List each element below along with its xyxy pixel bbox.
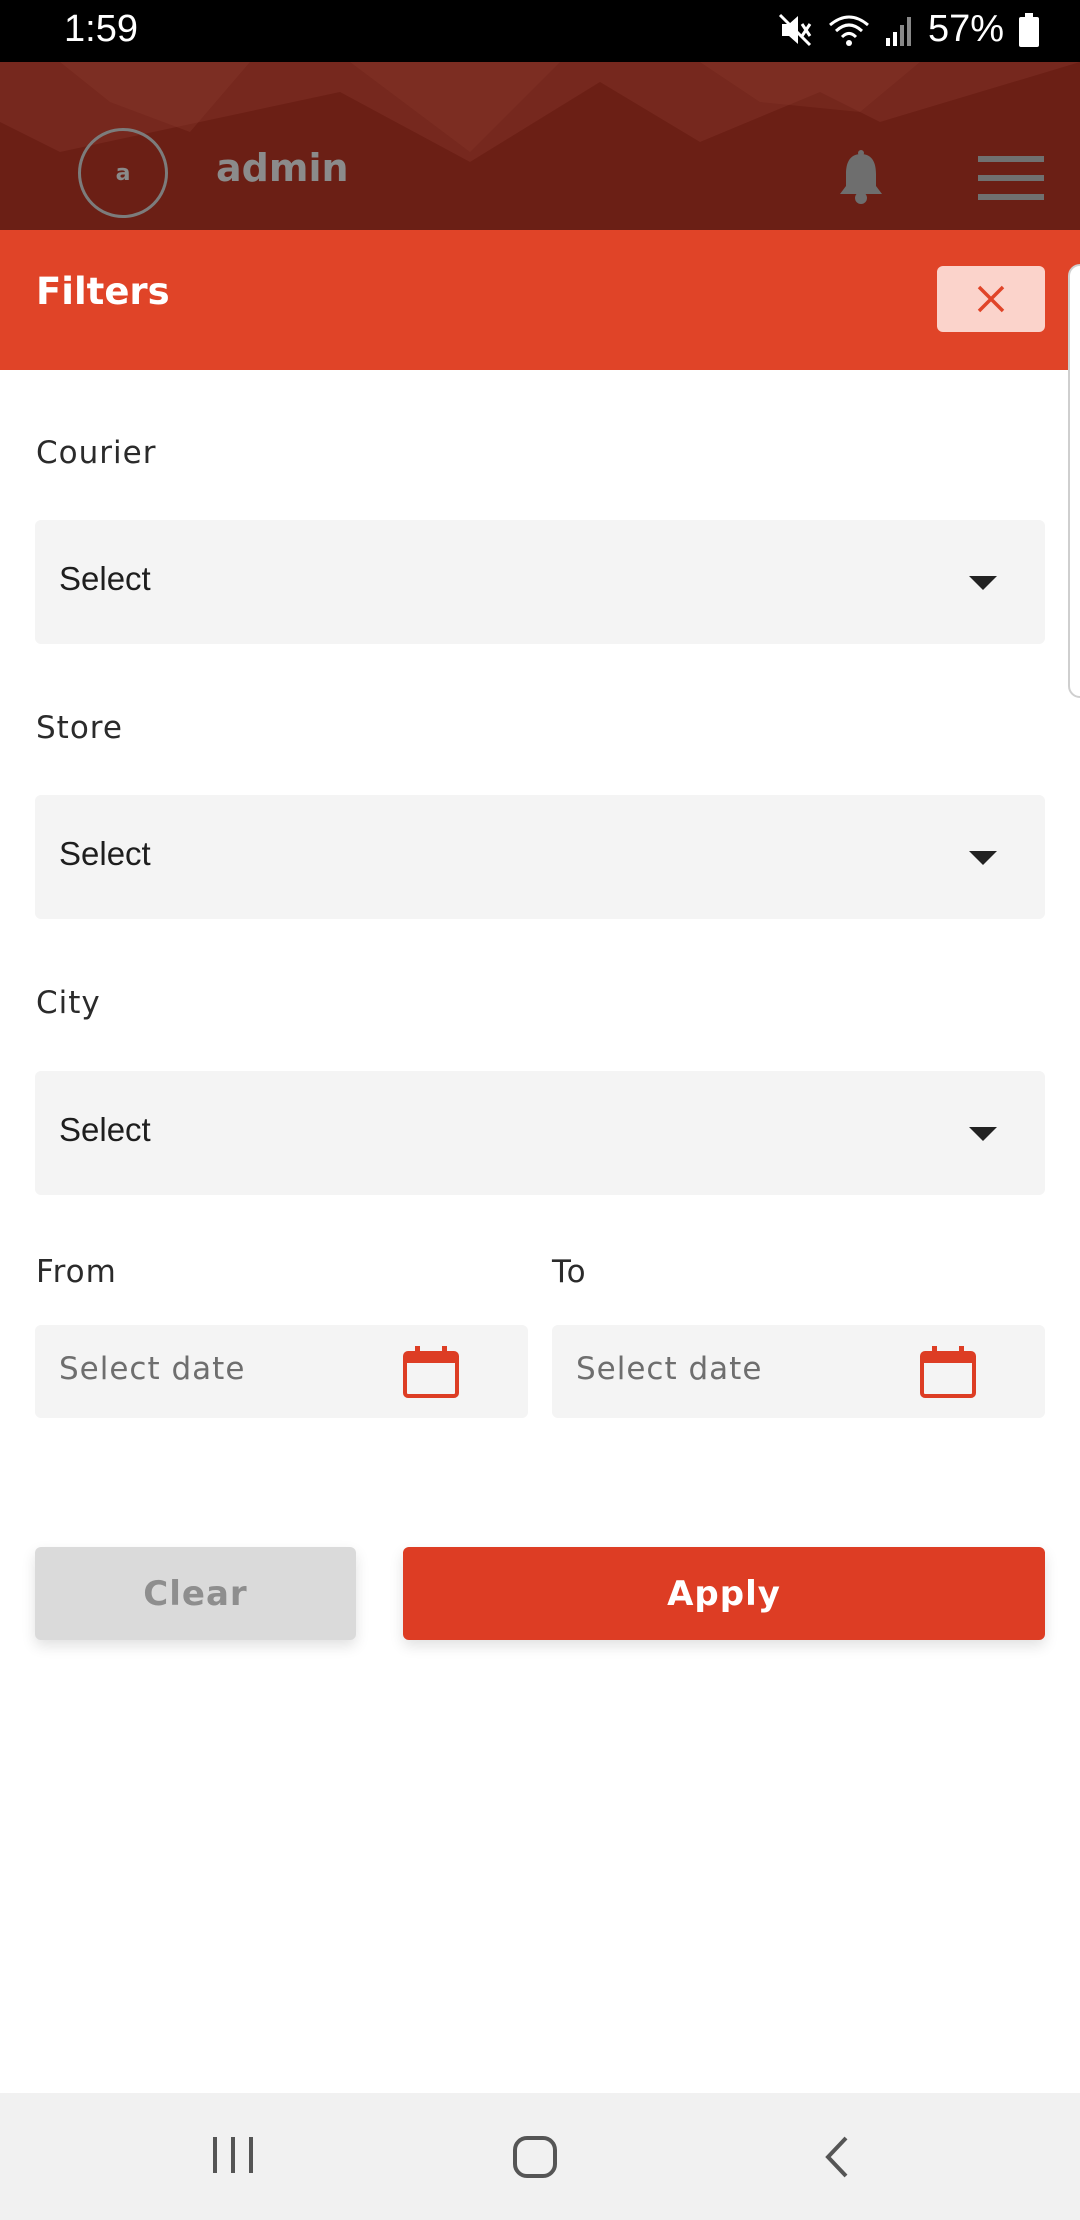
signal-icon [884, 14, 914, 46]
clear-button[interactable]: Clear [35, 1547, 356, 1640]
bell-icon[interactable] [836, 150, 886, 208]
chevron-down-icon [969, 576, 997, 590]
home-icon[interactable] [512, 2135, 558, 2183]
battery-percent: 57% [927, 8, 1004, 50]
status-icons: 57% [778, 8, 1040, 51]
navigation-bar [0, 2093, 1080, 2220]
city-select[interactable]: Select [35, 1071, 1045, 1195]
apply-button[interactable]: Apply [403, 1547, 1045, 1640]
side-panel-edge [1068, 264, 1080, 698]
close-icon [977, 285, 1005, 313]
from-date-placeholder: Select date [59, 1351, 246, 1387]
chevron-down-icon [969, 1127, 997, 1141]
hamburger-menu-icon[interactable] [978, 154, 1044, 206]
calendar-icon[interactable] [919, 1345, 977, 1403]
courier-select[interactable]: Select [35, 520, 1045, 644]
header-decoration [0, 62, 1080, 162]
username: admin [216, 146, 349, 190]
calendar-icon[interactable] [402, 1345, 460, 1403]
wifi-icon [828, 13, 870, 47]
avatar[interactable]: a [78, 128, 168, 218]
status-time: 1:59 [64, 8, 138, 50]
to-label: To [552, 1254, 587, 1290]
from-label: From [36, 1254, 117, 1290]
recent-apps-icon[interactable] [211, 2135, 255, 2179]
filters-header: Filters [0, 230, 1080, 370]
to-date-field[interactable]: Select date [552, 1325, 1045, 1418]
chevron-down-icon [969, 851, 997, 865]
from-date-field[interactable]: Select date [35, 1325, 528, 1418]
mute-icon [778, 13, 814, 47]
battery-icon [1018, 12, 1040, 47]
city-label: City [36, 985, 101, 1021]
app-header: a admin [0, 62, 1080, 230]
courier-label: Courier [36, 435, 157, 471]
store-select-value: Select [59, 835, 151, 872]
back-icon[interactable] [822, 2135, 852, 2183]
store-label: Store [36, 710, 123, 746]
to-date-placeholder: Select date [576, 1351, 763, 1387]
status-bar: 1:59 57% [0, 0, 1080, 62]
city-select-value: Select [59, 1111, 151, 1148]
store-select[interactable]: Select [35, 795, 1045, 919]
filters-title: Filters [36, 270, 170, 313]
courier-select-value: Select [59, 560, 151, 597]
close-button[interactable] [937, 266, 1045, 332]
